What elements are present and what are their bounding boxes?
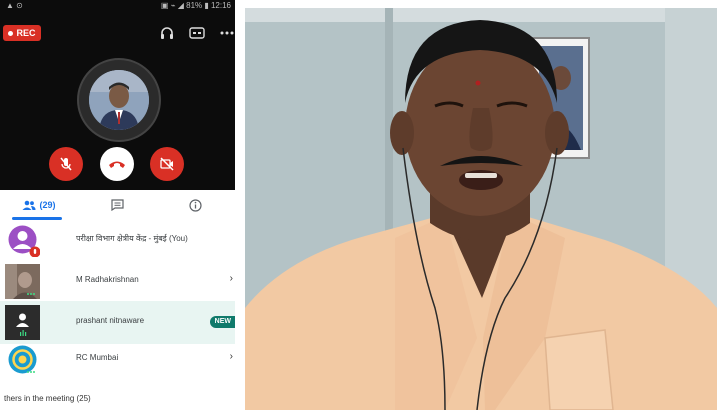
mute-button[interactable] — [49, 147, 83, 181]
end-call-button[interactable] — [100, 147, 134, 181]
people-icon — [22, 200, 36, 210]
speaker-avatar-ring — [77, 58, 161, 142]
info-tab[interactable] — [156, 190, 235, 220]
speaker-avatar — [89, 70, 149, 130]
new-badge: NEW — [209, 316, 235, 328]
chat-tab[interactable] — [78, 190, 156, 220]
status-right: ▣ ⌁ ◢ 81% ▮ 12:16 — [160, 1, 231, 10]
participant-avatar — [8, 345, 37, 374]
chat-icon — [110, 199, 124, 211]
participant-video-thumb — [5, 264, 40, 299]
info-icon — [189, 198, 202, 212]
participant-row[interactable]: परीक्षा विभाग क्षेत्रीय केंद्र - मुंबई (… — [0, 218, 235, 261]
participant-name: परीक्षा विभाग क्षेत्रीय केंद्र - मुंबई (… — [76, 234, 188, 243]
others-in-meeting-header: thers in the meeting (25) — [4, 394, 91, 403]
camera-off-icon — [160, 157, 174, 171]
recording-badge: REC — [3, 25, 41, 41]
status-bar: ▲ ⊙ ▣ ⌁ ◢ 81% ▮ 12:16 — [0, 0, 235, 12]
headphones-icon[interactable] — [159, 26, 175, 40]
mic-off-icon — [60, 157, 72, 171]
participant-name: M Radhakrishnan — [76, 275, 139, 284]
participant-name: RC Mumbai — [76, 353, 119, 362]
camera-off-button[interactable] — [150, 147, 184, 181]
rec-label: REC — [16, 28, 36, 38]
record-dot-icon — [8, 30, 14, 36]
people-tab[interactable]: (29) — [0, 190, 78, 220]
participant-video-thumb — [5, 305, 40, 340]
meeting-tabs: (29) — [0, 190, 235, 220]
chevron-right-icon[interactable]: › — [230, 273, 233, 284]
video-frame — [245, 8, 717, 410]
participant-row[interactable]: M Radhakrishnan › — [0, 260, 235, 303]
phone-hangup-icon — [109, 161, 125, 168]
participant-avatar — [8, 225, 40, 257]
participant-row[interactable]: RC Mumbai › — [0, 338, 235, 381]
captions-icon[interactable] — [189, 26, 205, 40]
call-area: ▲ ⊙ ▣ ⌁ ◢ 81% ▮ 12:16 REC — [0, 0, 235, 190]
participant-video-feed — [245, 8, 717, 410]
more-icon[interactable] — [219, 26, 235, 40]
chevron-right-icon[interactable]: › — [230, 351, 233, 362]
participant-name: prashant nitnaware — [76, 316, 145, 325]
people-count: (29) — [39, 200, 56, 210]
meet-phone-panel: ▲ ⊙ ▣ ⌁ ◢ 81% ▮ 12:16 REC (29) परीक्षा व… — [0, 0, 235, 410]
panel-divider — [235, 0, 245, 410]
status-left: ▲ ⊙ — [6, 1, 23, 10]
